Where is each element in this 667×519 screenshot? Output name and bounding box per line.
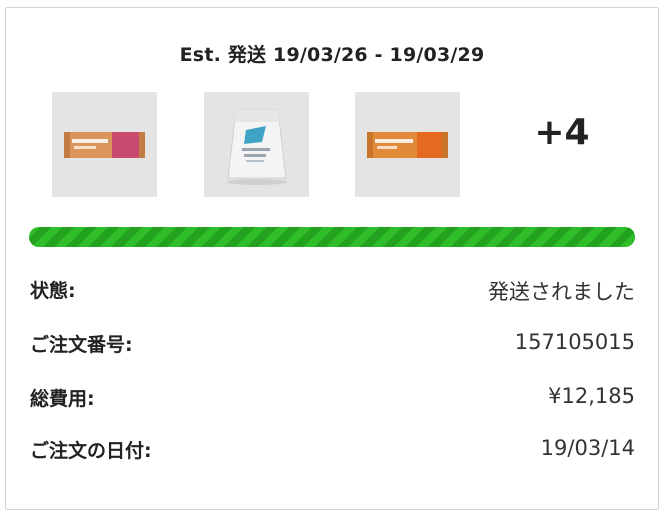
protein-bar-image [367, 132, 448, 158]
total-row: 総費用: ¥12,185 [30, 384, 635, 414]
status-label: 状態: [30, 280, 76, 302]
shipping-progress-bar [29, 227, 635, 247]
total-label: 総費用: [30, 388, 95, 410]
progress-fill [29, 227, 635, 247]
additional-items-count[interactable]: +4 [512, 112, 612, 153]
product-thumbnail[interactable] [52, 92, 157, 197]
status-value: 発送されました [488, 280, 635, 304]
product-thumbnail[interactable] [204, 92, 309, 197]
order-card: Est. 発送 19/03/26 - 19/03/29 +4 状態: 発送されま… [5, 7, 659, 510]
total-value: ¥12,185 [548, 384, 635, 408]
order-number-value: 157105015 [514, 330, 635, 354]
order-date-value: 19/03/14 [540, 436, 635, 460]
protein-pouch-image [227, 109, 287, 185]
order-date-row: ご注文の日付: 19/03/14 [30, 436, 635, 466]
order-number-row: ご注文番号: 157105015 [30, 330, 635, 360]
shipping-estimate: Est. 発送 19/03/26 - 19/03/29 [179, 44, 485, 66]
order-date-label: ご注文の日付: [30, 440, 152, 462]
protein-bar-image [64, 132, 145, 158]
product-thumbnail[interactable] [355, 92, 460, 197]
order-number-label: ご注文番号: [30, 334, 133, 356]
status-row: 状態: 発送されました [30, 276, 635, 306]
